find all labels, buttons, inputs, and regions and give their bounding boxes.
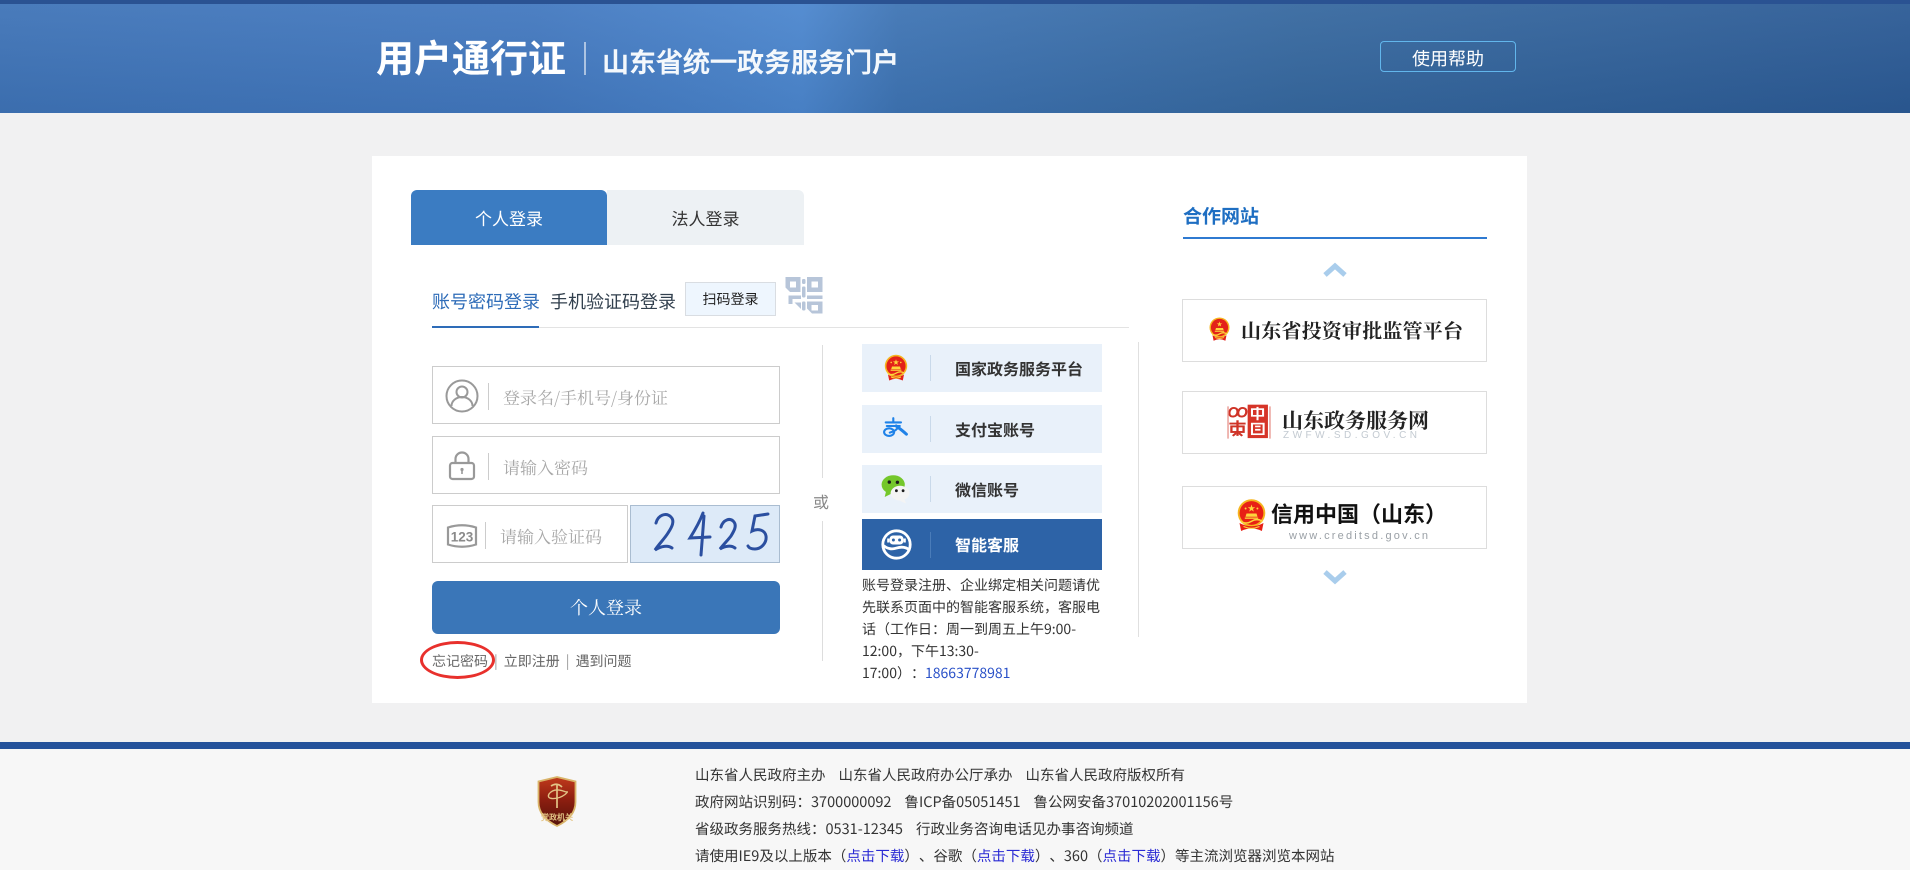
svg-text:123: 123 (451, 530, 474, 545)
svg-text:党政机关: 党政机关 (541, 812, 573, 823)
